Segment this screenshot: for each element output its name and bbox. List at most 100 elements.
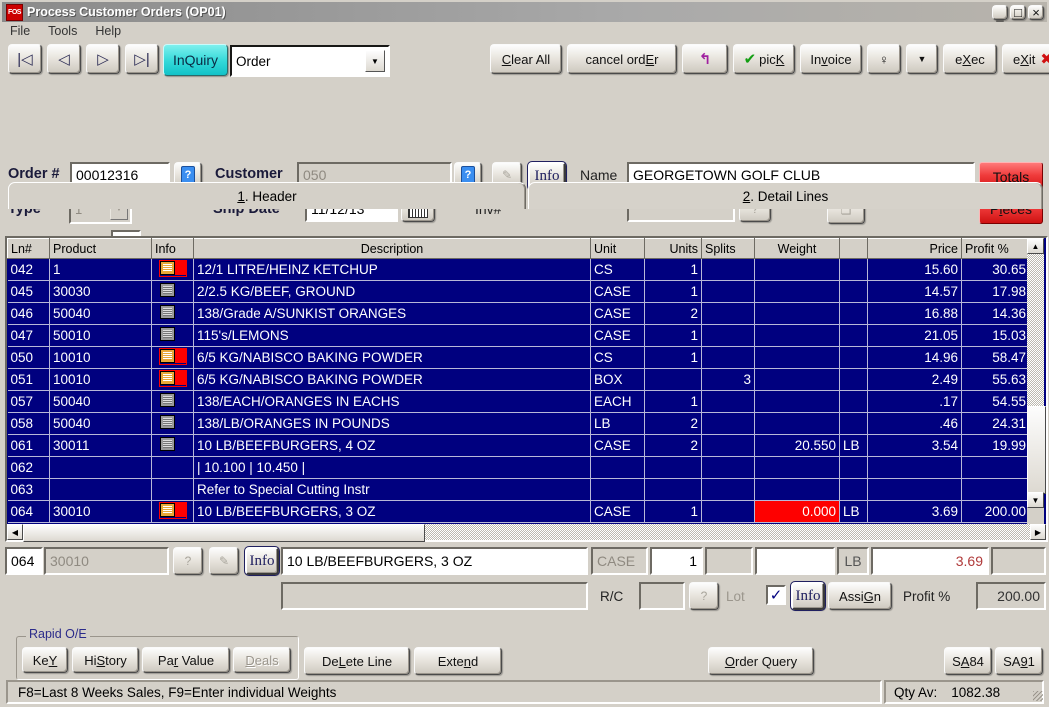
scroll-down-button[interactable]: ▼: [1027, 492, 1044, 508]
cell-product[interactable]: [49, 456, 152, 479]
assign-button[interactable]: AssiGn: [828, 582, 892, 610]
edit-weight-input[interactable]: [755, 547, 835, 575]
col-profit-pct[interactable]: Profit %: [961, 238, 1030, 259]
cell-description[interactable]: 10 LB/BEEFBURGERS, 3 OZ: [193, 500, 591, 523]
cell-price[interactable]: 16.88: [867, 302, 962, 325]
table-row[interactable]: 063 Refer to Special Cutting Instr: [7, 478, 1030, 501]
cell-profit-pct[interactable]: 15.03: [961, 324, 1030, 347]
cell-weight[interactable]: [754, 390, 840, 413]
rc-lookup-button[interactable]: ?: [689, 582, 719, 610]
cell-price[interactable]: [867, 478, 962, 501]
cell-product[interactable]: 50040: [49, 302, 152, 325]
cell-info-icon[interactable]: [151, 412, 194, 435]
sa91-button[interactable]: SA91: [995, 647, 1043, 675]
cell-profit-pct[interactable]: 17.98: [961, 280, 1030, 303]
cell-description[interactable]: | 10.100 | 10.450 |: [193, 456, 591, 479]
cell-splits[interactable]: 3: [701, 368, 755, 391]
chevron-down-icon[interactable]: ▼: [365, 50, 385, 72]
cell-info-icon[interactable]: [151, 456, 194, 479]
resize-grip[interactable]: [1033, 691, 1043, 701]
cell-weight[interactable]: [754, 456, 840, 479]
cell-price[interactable]: 14.96: [867, 346, 962, 369]
cell-product[interactable]: 30030: [49, 280, 152, 303]
grid-vertical-scrollbar[interactable]: ▲ ▼: [1027, 238, 1046, 524]
cell-profit-pct[interactable]: 55.63: [961, 368, 1030, 391]
cell-splits[interactable]: [701, 390, 755, 413]
cell-info-icon[interactable]: [151, 302, 194, 325]
cell-info-icon[interactable]: [151, 500, 194, 523]
lot-checkbox[interactable]: ✓: [766, 585, 786, 605]
col-price[interactable]: Price: [867, 238, 962, 259]
cell-weight-unit[interactable]: LB: [839, 500, 868, 523]
nav-prev-button[interactable]: ◁: [47, 44, 81, 74]
cell-units[interactable]: 1: [644, 500, 702, 523]
cell-weight-unit[interactable]: [839, 258, 868, 281]
scroll-thumb-h[interactable]: [23, 524, 425, 542]
menu-help[interactable]: Help: [95, 24, 121, 38]
cell-description[interactable]: 2/2.5 KG/BEEF, GROUND: [193, 280, 591, 303]
cell-weight[interactable]: 20.550: [754, 434, 840, 457]
cell-product[interactable]: [49, 478, 152, 501]
cell-splits[interactable]: [701, 456, 755, 479]
col-splits[interactable]: Splits: [701, 238, 755, 259]
cell-price[interactable]: 3.69: [867, 500, 962, 523]
cell-product[interactable]: 1: [49, 258, 152, 281]
sa84-button[interactable]: SA84: [944, 647, 992, 675]
cell-line-number[interactable]: 058: [7, 412, 50, 435]
edit-product-edit-button[interactable]: ✎: [209, 547, 239, 575]
table-row[interactable]: 062 | 10.100 | 10.450 |: [7, 456, 1030, 479]
lot-info-button[interactable]: Info: [790, 581, 826, 611]
cell-weight-unit[interactable]: [839, 368, 868, 391]
table-row[interactable]: 050 10010 6/5 KG/NABISCO BAKING POWDER CS 1 1…: [7, 346, 1030, 369]
nav-last-button[interactable]: ▷|: [125, 44, 159, 74]
cell-units[interactable]: 2: [644, 412, 702, 435]
cell-price[interactable]: 2.49: [867, 368, 962, 391]
cell-unit[interactable]: CASE: [590, 280, 645, 303]
cell-weight[interactable]: [754, 478, 840, 501]
cell-profit-pct[interactable]: 30.65: [961, 258, 1030, 281]
col-weight-unit[interactable]: [839, 238, 868, 259]
cell-profit-pct[interactable]: 200.00: [961, 500, 1030, 523]
cell-splits[interactable]: [701, 478, 755, 501]
table-row[interactable]: 057 50040 138/EACH/ORANGES IN EACHS EACH 1 .1…: [7, 390, 1030, 413]
cell-product[interactable]: 10010: [49, 346, 152, 369]
nav-next-button[interactable]: ▷: [86, 44, 120, 74]
cell-description[interactable]: 115's/LEMONS: [193, 324, 591, 347]
table-row[interactable]: 047 50010 115's/LEMONS CASE 1 21.05 15.03: [7, 324, 1030, 347]
cell-info-icon[interactable]: [151, 324, 194, 347]
cell-splits[interactable]: [701, 324, 755, 347]
col-weight[interactable]: Weight: [754, 238, 840, 259]
cell-line-number[interactable]: 057: [7, 390, 50, 413]
cell-weight-unit[interactable]: [839, 456, 868, 479]
cell-weight[interactable]: 0.000: [754, 500, 840, 523]
cell-line-number[interactable]: 051: [7, 368, 50, 391]
cell-splits[interactable]: [701, 258, 755, 281]
pick-button[interactable]: ✔ picK: [733, 44, 795, 74]
cell-description[interactable]: 138/Grade A/SUNKIST ORANGES: [193, 302, 591, 325]
cell-line-number[interactable]: 050: [7, 346, 50, 369]
cell-profit-pct[interactable]: [961, 456, 1030, 479]
table-row[interactable]: 058 50040 138/LB/ORANGES IN POUNDS LB 2 .46 24…: [7, 412, 1030, 435]
cell-product[interactable]: 50010: [49, 324, 152, 347]
key-button[interactable]: KeY: [22, 647, 68, 673]
edit-price-input[interactable]: 3.69: [871, 547, 989, 575]
scroll-right-button[interactable]: ▶: [1030, 524, 1046, 540]
edit-units-input[interactable]: 1: [650, 547, 703, 575]
cell-profit-pct[interactable]: 19.99: [961, 434, 1030, 457]
cell-info-icon[interactable]: [151, 368, 194, 391]
cell-weight[interactable]: [754, 324, 840, 347]
minimize-button[interactable]: _: [992, 4, 1008, 21]
cell-description[interactable]: 12/1 LITRE/HEINZ KETCHUP: [193, 258, 591, 281]
cell-line-number[interactable]: 042: [7, 258, 50, 281]
cell-info-icon[interactable]: [151, 258, 194, 281]
cell-splits[interactable]: [701, 346, 755, 369]
cell-units[interactable]: 2: [644, 434, 702, 457]
menu-file[interactable]: File: [10, 24, 30, 38]
cell-weight[interactable]: [754, 346, 840, 369]
dropdown-button[interactable]: ▼: [906, 44, 938, 74]
cell-units[interactable]: 1: [644, 390, 702, 413]
exit-button[interactable]: eXit ✖: [1002, 44, 1049, 74]
maximize-button[interactable]: □: [1010, 4, 1026, 20]
cell-price[interactable]: 15.60: [867, 258, 962, 281]
cell-units[interactable]: 1: [644, 258, 702, 281]
